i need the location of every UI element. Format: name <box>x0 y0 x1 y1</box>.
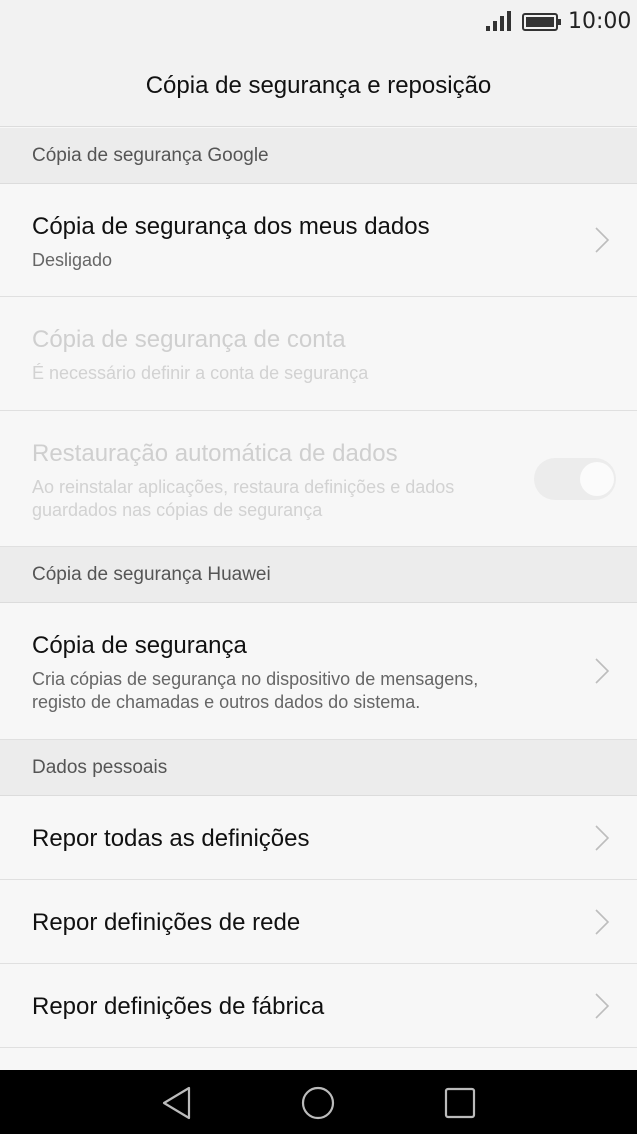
status-bar: 10:00 <box>0 0 637 46</box>
row-title: Cópia de segurança de conta <box>32 326 346 353</box>
backup-account-item: Cópia de segurança de conta É necessário… <box>0 297 637 411</box>
row-subtitle-line1: Cria cópias de segurança no dispositivo … <box>32 669 479 689</box>
row-title: Cópia de segurança dos meus dados <box>32 213 430 240</box>
recents-icon[interactable] <box>444 1087 476 1119</box>
row-title: Repor definições de rede <box>32 909 301 936</box>
reset-all-settings-item[interactable]: Repor todas as definições <box>0 796 637 880</box>
toggle-knob <box>580 462 614 496</box>
back-icon[interactable] <box>161 1086 193 1120</box>
chevron-right-icon <box>595 227 610 253</box>
reset-network-settings-item[interactable]: Repor definições de rede <box>0 880 637 964</box>
factory-reset-item[interactable]: Repor definições de fábrica <box>0 964 637 1048</box>
row-subtitle-line1: Ao reinstalar aplicações, restaura defin… <box>32 477 455 497</box>
row-title: Repor todas as definições <box>32 825 310 852</box>
section-header-google: Cópia de segurança Google <box>0 128 637 184</box>
auto-restore-toggle[interactable] <box>534 458 616 500</box>
row-title: Repor definições de fábrica <box>32 993 325 1020</box>
row-subtitle-line2: guardados nas cópias de segurança <box>32 500 323 520</box>
row-subtitle-line2: registo de chamadas e outros dados do si… <box>32 692 421 712</box>
section-header-personal: Dados pessoais <box>0 740 637 796</box>
row-title: Restauração automática de dados <box>32 440 398 467</box>
row-subtitle: Desligado <box>32 250 113 270</box>
signal-icon <box>486 11 511 31</box>
page-title: Cópia de segurança e reposição <box>145 72 492 99</box>
auto-restore-item: Restauração automática de dados Ao reins… <box>0 411 637 547</box>
chevron-right-icon <box>595 993 610 1019</box>
section-label: Dados pessoais <box>32 756 168 778</box>
backup-my-data-item[interactable]: Cópia de segurança dos meus dados Deslig… <box>0 184 637 297</box>
home-icon[interactable] <box>301 1086 335 1120</box>
section-label: Cópia de segurança Google <box>32 144 269 166</box>
title-bar: Cópia de segurança e reposição <box>0 46 637 127</box>
section-label: Cópia de segurança Huawei <box>32 563 271 585</box>
huawei-backup-item[interactable]: Cópia de segurança Cria cópias de segura… <box>0 603 637 740</box>
chevron-right-icon <box>595 909 610 935</box>
battery-icon <box>522 13 561 31</box>
status-time: 10:00 <box>568 9 632 34</box>
chevron-right-icon <box>595 658 610 684</box>
chevron-right-icon <box>595 825 610 851</box>
row-title: Cópia de segurança <box>32 632 247 659</box>
row-subtitle: É necessário definir a conta de seguranç… <box>32 363 369 383</box>
section-header-huawei: Cópia de segurança Huawei <box>0 547 637 603</box>
navigation-bar <box>0 1070 637 1134</box>
